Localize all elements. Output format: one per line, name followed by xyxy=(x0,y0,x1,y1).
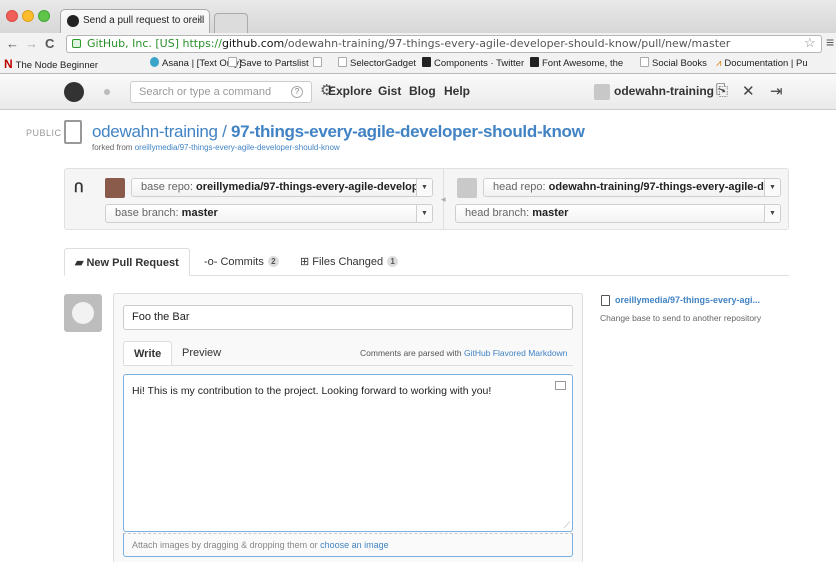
speech-bubble-icon: ▰ xyxy=(75,257,84,269)
chevron-down-icon: ▼ xyxy=(764,179,780,196)
target-repo-link[interactable]: oreillymedia/97-things-every-agi... xyxy=(615,295,760,305)
bookmark-star-icon[interactable]: ☆ xyxy=(804,35,816,51)
forked-from-link[interactable]: oreillymedia/97-things-every-agile-devel… xyxy=(135,143,340,152)
back-arrow-icon[interactable]: ← xyxy=(6,35,19,53)
address-bar[interactable]: GitHub, Inc. [US] https://github.com/ode… xyxy=(66,35,822,53)
nav-explore[interactable]: Explore xyxy=(328,84,372,98)
bookmark-node-beginner[interactable]: N The Node Beginner xyxy=(4,55,98,73)
compare-range-box: ᑎ base repo: oreillymedia/97-things-ever… xyxy=(64,168,789,230)
base-repo-avatar xyxy=(105,178,125,198)
repo-visibility-label: PUBLIC xyxy=(26,128,62,138)
pull-request-title-input[interactable]: Foo the Bar xyxy=(123,305,573,330)
preview-tab[interactable]: Preview xyxy=(172,341,231,366)
search-help-icon[interactable]: ? xyxy=(291,86,303,98)
flag-icon xyxy=(530,57,539,67)
bookmarks-bar: N The Node Beginner Asana | [Text Only] S… xyxy=(0,55,836,74)
bookmark-partslist[interactable]: Save to Partslist xyxy=(228,55,309,73)
tab-new-pull-request[interactable]: ▰ New Pull Request xyxy=(64,248,190,276)
browser-tab-active[interactable]: Send a pull request to oreill × xyxy=(60,9,210,33)
change-base-note: Change base to send to another repositor… xyxy=(600,313,762,323)
bookmark-twitter-components[interactable]: Components · Twitter xyxy=(422,55,524,73)
nav-gist[interactable]: Gist xyxy=(378,84,401,98)
bootstrap-icon xyxy=(422,57,431,67)
page-icon xyxy=(313,57,322,67)
username-link[interactable]: odewahn-training xyxy=(614,84,714,98)
tab-files-changed[interactable]: ⊞ Files Changed 1 xyxy=(300,248,399,276)
repo-owner-link[interactable]: odewahn-training xyxy=(92,122,218,141)
bookmark-social-books[interactable]: Social Books xyxy=(640,55,707,73)
markdown-help-link[interactable]: GitHub Flavored Markdown xyxy=(464,348,567,358)
tab-close-icon[interactable]: × xyxy=(197,10,203,32)
bookmark-blank[interactable] xyxy=(313,55,325,73)
nav-help[interactable]: Help xyxy=(444,84,470,98)
documentation-icon: ⩘ xyxy=(716,58,722,69)
pull-request-body-textarea[interactable]: Hi! This is my contribution to the proje… xyxy=(123,374,573,532)
url-protocol: https:// xyxy=(182,37,222,50)
file-diff-icon: ⊞ xyxy=(300,256,310,268)
new-tab-button[interactable] xyxy=(214,13,248,33)
repo-book-icon xyxy=(601,295,610,306)
bookmark-font-awesome[interactable]: Font Awesome, the xyxy=(530,55,623,73)
forward-arrow-icon[interactable]: → xyxy=(25,35,38,53)
attach-images-bar[interactable]: Attach images by dragging & dropping the… xyxy=(123,533,573,557)
repo-name-link[interactable]: 97-things-every-agile-developer-should-k… xyxy=(231,122,585,141)
page-icon xyxy=(338,57,347,67)
github-favicon-icon xyxy=(67,15,79,27)
bookmark-documentation[interactable]: ⩘ Documentation | Pu xyxy=(716,55,808,73)
choose-image-link[interactable]: choose an image xyxy=(320,540,389,550)
fork-repo-icon xyxy=(64,120,82,144)
bookmark-selectorgadget[interactable]: SelectorGadget xyxy=(338,55,416,73)
page-icon xyxy=(640,57,649,67)
chevron-down-icon: ▼ xyxy=(764,205,780,222)
sign-out-icon[interactable]: ⇥ xyxy=(770,82,783,100)
files-changed-count-badge: 1 xyxy=(387,256,399,267)
head-branch-select[interactable]: head branch: master ▼ xyxy=(455,204,781,223)
merge-arrow-icon: ◂ xyxy=(441,194,446,204)
fullscreen-icon[interactable] xyxy=(555,381,566,390)
url-host: github.com xyxy=(221,37,285,50)
markdown-note: Comments are parsed with GitHub Flavored… xyxy=(360,348,568,358)
node-logo-icon: N xyxy=(4,57,13,71)
author-avatar xyxy=(64,294,102,332)
minimize-window-button[interactable] xyxy=(22,10,34,22)
asana-icon xyxy=(150,57,159,67)
base-branch-select[interactable]: base branch: master ▼ xyxy=(105,204,433,223)
chevron-down-icon: ▼ xyxy=(416,179,432,196)
octocat-avatar-icon xyxy=(72,302,94,324)
nav-blog[interactable]: Blog xyxy=(409,84,436,98)
resize-handle-icon[interactable]: ⟋ xyxy=(564,521,570,530)
repo-title: odewahn-training / 97-things-every-agile… xyxy=(92,122,585,141)
head-repo-avatar xyxy=(457,178,477,198)
account-settings-icon[interactable]: ✕ xyxy=(742,82,755,100)
create-repo-icon[interactable]: ⎘ xyxy=(716,82,728,99)
write-tabs-divider xyxy=(123,365,573,366)
close-window-button[interactable] xyxy=(6,10,18,22)
commits-count-badge: 2 xyxy=(267,256,279,267)
maximize-window-button[interactable] xyxy=(38,10,50,22)
head-repo-select[interactable]: head repo: odewahn-training/97-things-ev… xyxy=(483,178,781,197)
base-repo-select[interactable]: base repo: oreillymedia/97-things-every-… xyxy=(131,178,433,197)
browser-tab-strip: Send a pull request to oreill × xyxy=(0,0,836,33)
forked-from-note: forked from oreillymedia/97-things-every… xyxy=(92,143,340,152)
url-path: /odewahn-training/97-things-every-agile-… xyxy=(284,37,731,50)
octocat-logo-icon[interactable] xyxy=(64,82,84,102)
lock-icon xyxy=(72,39,81,48)
notifications-indicator-icon[interactable] xyxy=(104,89,110,95)
ev-certificate-label: GitHub, Inc. [US] xyxy=(87,37,179,50)
github-header: Search or type a command ? ⚙ Explore Gis… xyxy=(0,74,836,110)
chevron-down-icon: ▼ xyxy=(416,205,432,222)
user-avatar[interactable] xyxy=(594,84,610,100)
pull-request-icon: ᑎ xyxy=(74,180,84,195)
search-input[interactable]: Search or type a command ? xyxy=(130,81,312,103)
tab-commits[interactable]: -o- Commits 2 xyxy=(204,248,279,276)
reload-icon[interactable]: C xyxy=(45,35,54,53)
tab-title: Send a pull request to oreill xyxy=(83,15,205,26)
browser-menu-icon[interactable]: ≡ xyxy=(826,34,834,50)
commit-icon: -o- xyxy=(204,256,218,268)
browser-toolbar: ← → C GitHub, Inc. [US] https://github.c… xyxy=(0,33,836,55)
page-icon xyxy=(228,57,237,67)
write-tab[interactable]: Write xyxy=(123,341,173,366)
pull-request-tabs: ▰ New Pull Request -o- Commits 2 ⊞ Files Cha… xyxy=(64,248,789,276)
